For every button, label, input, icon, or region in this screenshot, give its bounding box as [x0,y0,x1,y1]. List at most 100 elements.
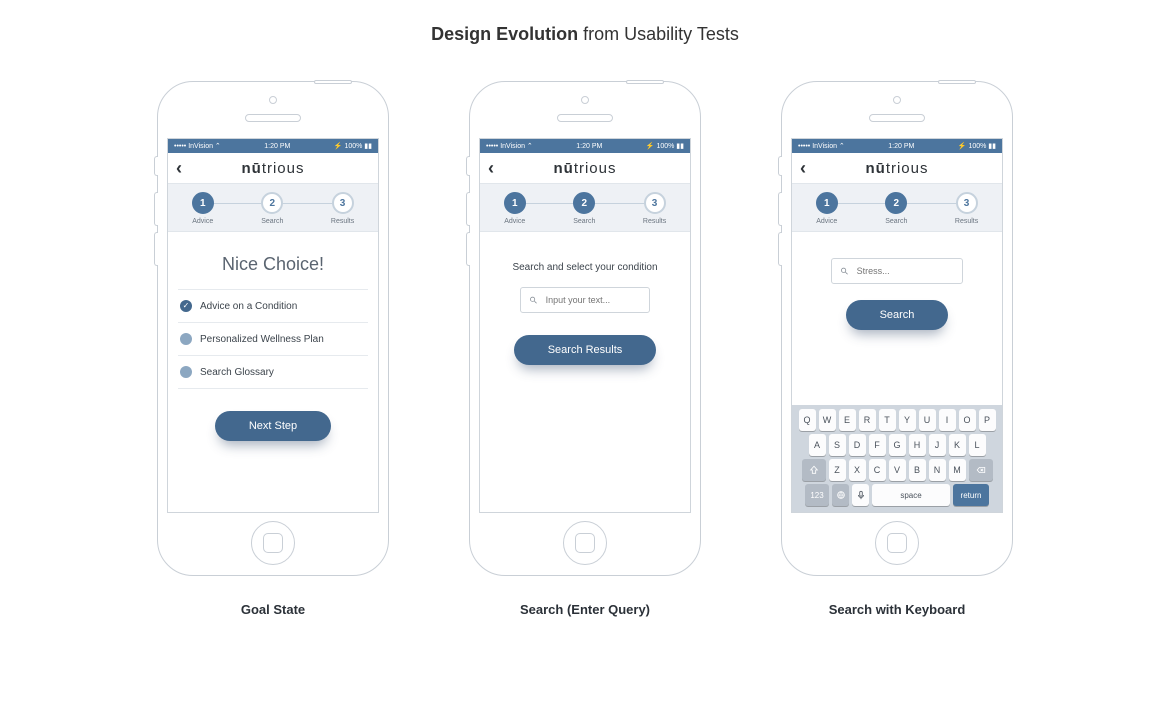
vol-up-outline [778,192,782,226]
option-wellness[interactable]: Personalized Wellness Plan [178,323,368,356]
device-frame: ••••• InVision ⌃ 1:20 PM ⚡ 100% ▮▮ ‹ nūt… [469,81,701,576]
key-k[interactable]: K [949,434,966,456]
status-battery: ⚡ 100% ▮▮ [334,142,372,150]
key-y[interactable]: Y [899,409,916,431]
device-frame: ••••• InVision ⌃ 1:20 PM ⚡ 100% ▮▮ ‹ nūt… [781,81,1013,576]
phone-caption: Goal State [157,602,389,617]
step-label: Search [885,218,907,225]
numeric-key[interactable]: 123 [805,484,829,506]
app-header: ‹ nūtrious [168,153,378,183]
step-number: 1 [192,192,214,214]
step-advice[interactable]: 1 Advice [504,192,526,225]
option-glossary[interactable]: Search Glossary [178,356,368,389]
keyboard-row-2: ASDFGHJKL [795,434,999,456]
step-number: 1 [504,192,526,214]
step-advice[interactable]: 1 Advice [816,192,838,225]
phone-goal-state: ••••• InVision ⌃ 1:20 PM ⚡ 100% ▮▮ ‹ nūt… [157,81,389,617]
back-chevron-icon[interactable]: ‹ [800,159,806,177]
step-results[interactable]: 3 Results [331,192,354,225]
step-search[interactable]: 2 Search [573,192,595,225]
key-u[interactable]: U [919,409,936,431]
search-button[interactable]: Search [846,300,949,330]
step-label: Advice [504,218,525,225]
step-results[interactable]: 3 Results [643,192,666,225]
key-a[interactable]: A [809,434,826,456]
key-f[interactable]: F [869,434,886,456]
status-time: 1:20 PM [845,143,958,150]
key-t[interactable]: T [879,409,896,431]
key-x[interactable]: X [849,459,866,481]
key-l[interactable]: L [969,434,986,456]
key-n[interactable]: N [929,459,946,481]
step-number: 2 [261,192,283,214]
key-b[interactable]: B [909,459,926,481]
step-search[interactable]: 2 Search [261,192,283,225]
mute-switch-outline [778,156,782,176]
key-r[interactable]: R [859,409,876,431]
status-battery: ⚡ 100% ▮▮ [958,142,996,150]
step-results[interactable]: 3 Results [955,192,978,225]
back-chevron-icon[interactable]: ‹ [488,159,494,177]
key-m[interactable]: M [949,459,966,481]
return-key[interactable]: return [953,484,989,506]
search-input[interactable] [544,294,641,306]
step-label: Results [955,218,978,225]
key-p[interactable]: P [979,409,996,431]
step-search[interactable]: 2 Search [885,192,907,225]
step-advice[interactable]: 1 Advice [192,192,214,225]
search-icon [529,295,538,305]
screen: ••••• InVision ⌃ 1:20 PM ⚡ 100% ▮▮ ‹ nūt… [479,138,691,513]
earpiece-outline [869,114,925,122]
status-carrier: ••••• InVision ⌃ [174,142,221,150]
key-d[interactable]: D [849,434,866,456]
shift-icon[interactable] [802,459,826,481]
mic-icon[interactable] [852,484,869,506]
key-i[interactable]: I [939,409,956,431]
key-e[interactable]: E [839,409,856,431]
next-step-button[interactable]: Next Step [215,411,331,441]
key-c[interactable]: C [869,459,886,481]
step-number: 1 [816,192,838,214]
option-label: Personalized Wellness Plan [200,334,324,345]
key-h[interactable]: H [909,434,926,456]
app-header: ‹ nūtrious [792,153,1002,183]
vol-down-outline [778,232,782,266]
key-v[interactable]: V [889,459,906,481]
key-s[interactable]: S [829,434,846,456]
keyboard[interactable]: QWERTYUIOP ASDFGHJKL ZXCVBNM 123 spaceret… [792,405,1002,512]
key-z[interactable]: Z [829,459,846,481]
mute-switch-outline [466,156,470,176]
stepper: 1 Advice 2 Search 3 Results [168,183,378,232]
option-label: Search Glossary [200,367,274,378]
search-input[interactable] [855,265,954,277]
home-button-outline [251,521,295,565]
key-q[interactable]: Q [799,409,816,431]
key-g[interactable]: G [889,434,906,456]
power-button-outline [314,80,352,84]
content: Nice Choice! Advice on a Condition Perso… [168,232,378,449]
content: Search [792,232,1002,338]
keyboard-row-1: QWERTYUIOP [795,409,999,431]
space-key[interactable]: space [872,484,950,506]
vol-up-outline [466,192,470,226]
search-results-button[interactable]: Search Results [514,335,657,365]
screen: ••••• InVision ⌃ 1:20 PM ⚡ 100% ▮▮ ‹ nūt… [791,138,1003,513]
search-input-container[interactable] [520,287,650,313]
key-j[interactable]: J [929,434,946,456]
globe-icon[interactable] [832,484,849,506]
key-w[interactable]: W [819,409,836,431]
radio-icon [180,366,192,378]
status-carrier: ••••• InVision ⌃ [486,142,533,150]
camera-outline [893,96,901,104]
phone-caption: Search (Enter Query) [469,602,701,617]
option-advice[interactable]: Advice on a Condition [178,290,368,323]
key-o[interactable]: O [959,409,976,431]
backspace-icon[interactable] [969,459,993,481]
back-chevron-icon[interactable]: ‹ [176,159,182,177]
app-header: ‹ nūtrious [480,153,690,183]
step-label: Results [331,218,354,225]
search-input-container[interactable] [831,258,963,284]
app-logo: nūtrious [865,160,928,177]
home-button-outline [563,521,607,565]
earpiece-outline [557,114,613,122]
